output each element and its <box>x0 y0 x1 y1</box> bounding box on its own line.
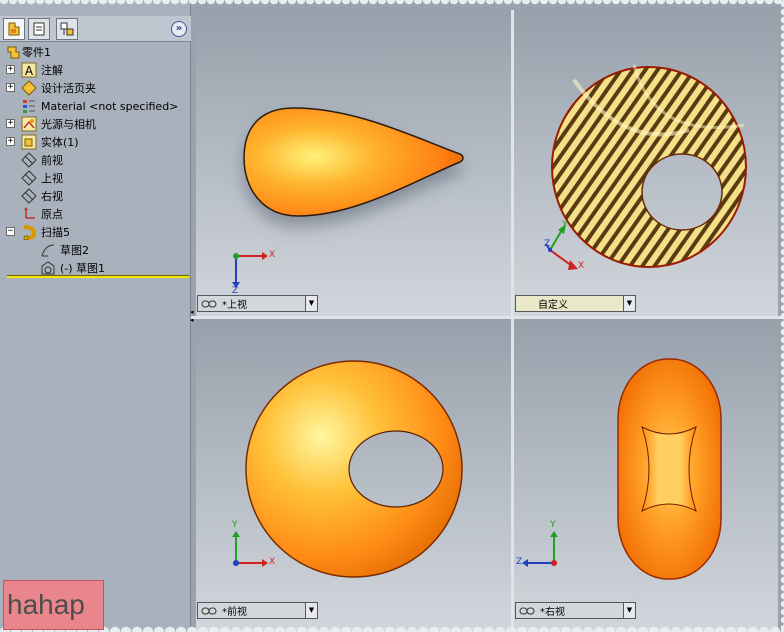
sketch-icon <box>41 244 55 257</box>
torn-edge-bottom <box>0 618 784 632</box>
tree-item-lights-cameras[interactable]: + 光源与相机 <box>0 115 191 133</box>
torus-zebra-model <box>545 64 747 270</box>
part-icon <box>7 46 20 59</box>
tree-item-label: 原点 <box>41 208 63 221</box>
annotation-icon: A <box>21 62 37 78</box>
axis-label-x: X <box>578 261 585 271</box>
tree-item-origin[interactable]: 原点 <box>0 205 191 223</box>
tree-item-label: (-) 草图1 <box>60 262 106 275</box>
sketch-icon <box>41 261 55 275</box>
axis-label-y: Y <box>232 520 238 530</box>
design-binder-icon <box>21 80 37 96</box>
viewport-right-view[interactable]: Y Z *右视 ▼ <box>514 319 778 632</box>
axis-label-z: Z <box>544 239 551 249</box>
tree-root-label: 零件1 <box>22 46 51 59</box>
expand-toggle[interactable]: + <box>6 119 15 128</box>
expand-toggle[interactable]: + <box>6 65 15 74</box>
view-orientation-select[interactable]: *前视 ▼ <box>197 602 318 619</box>
sweep-icon <box>23 225 37 240</box>
watermark: hahap <box>3 580 104 630</box>
tree-item-front-plane[interactable]: 前视 <box>0 151 191 169</box>
tree-item-sweep[interactable]: − 扫描5 <box>0 223 191 241</box>
axis-label-z: Z <box>516 557 523 567</box>
tree-item-label: 扫描5 <box>41 226 70 239</box>
expand-toggle[interactable]: + <box>6 83 15 92</box>
tree-item-label: 右视 <box>41 190 63 203</box>
dropdown-arrow-icon[interactable]: ▼ <box>623 603 635 618</box>
torn-edge-right <box>778 0 784 632</box>
viewport-custom-view[interactable]: X Y Z 自定义 ▼ <box>514 10 778 316</box>
tree-item-label: Material <not specified> <box>41 99 179 113</box>
tree-item-right-plane[interactable]: 右视 <box>0 187 191 205</box>
feature-manager-panel: » 零件1 + A 注解 + 设计活页夹 Material <not speci… <box>0 0 191 632</box>
tree-item-label: 前视 <box>41 154 63 167</box>
solidworks-window: » 零件1 + A 注解 + 设计活页夹 Material <not speci… <box>0 0 784 632</box>
axis-label-x: X <box>269 250 276 260</box>
torus-side-model <box>522 358 722 580</box>
view-orientation-select[interactable]: *上视 ▼ <box>197 295 318 312</box>
axis-label-x: X <box>269 557 276 567</box>
collapse-panel-button[interactable]: » <box>171 21 187 37</box>
torus-front-model <box>232 360 463 578</box>
plane-icon <box>21 152 37 168</box>
axis-label-y: Y <box>562 220 568 230</box>
panel-tab-bar: » <box>0 16 191 42</box>
origin-icon <box>24 207 35 219</box>
tree-item-label: 光源与相机 <box>41 118 96 131</box>
view-orientation-select[interactable]: 自定义 ▼ <box>515 295 636 312</box>
axis-label-y: Y <box>550 520 556 530</box>
link-views-icon <box>201 300 217 308</box>
expand-toggle[interactable]: + <box>6 137 15 146</box>
tree-item-label: 实体(1) <box>41 136 79 149</box>
link-views-icon <box>201 607 217 615</box>
tree-item-design-binder[interactable]: + 设计活页夹 <box>0 79 191 97</box>
tree-item-solid-bodies[interactable]: + 实体(1) <box>0 133 191 151</box>
tree-item-top-plane[interactable]: 上视 <box>0 169 191 187</box>
tree-item-label: 上视 <box>41 172 63 185</box>
torn-edge-top <box>0 0 784 10</box>
tree-item-annotations[interactable]: + A 注解 <box>0 61 191 79</box>
tree-item-label: 设计活页夹 <box>41 82 96 95</box>
collapse-toggle[interactable]: − <box>6 227 15 236</box>
viewport-front-view[interactable]: X Y *前视 ▼ <box>196 319 511 632</box>
link-views-icon <box>519 607 535 615</box>
rollback-bar[interactable] <box>7 275 189 278</box>
tree-item-material[interactable]: Material <not specified> <box>0 97 191 115</box>
feature-manager-icon <box>8 22 20 36</box>
material-icon <box>23 100 35 113</box>
property-manager-icon <box>33 22 45 36</box>
tree-root[interactable]: 零件1 <box>0 43 191 61</box>
tree-item-label: 注解 <box>41 64 63 77</box>
dropdown-arrow-icon[interactable]: ▼ <box>305 603 317 618</box>
plane-icon <box>21 170 37 186</box>
plane-icon <box>21 188 37 204</box>
dropdown-arrow-icon[interactable]: ▼ <box>623 296 635 311</box>
lights-cameras-icon <box>21 116 37 132</box>
dropdown-arrow-icon[interactable]: ▼ <box>305 296 317 311</box>
tree-item-sketch2[interactable]: 草图2 <box>0 241 191 259</box>
view-orientation-label: 自定义 <box>538 300 568 311</box>
tab-property-manager[interactable] <box>28 18 50 40</box>
solid-bodies-icon <box>21 134 37 150</box>
tree-item-label: 草图2 <box>60 244 89 257</box>
viewport-top-view[interactable]: X Z *上视 ▼ <box>196 10 511 316</box>
svg-text:A: A <box>25 64 34 78</box>
tab-feature-manager[interactable] <box>3 18 25 40</box>
tab-configuration-manager[interactable] <box>56 18 78 40</box>
teardrop-model <box>232 107 464 288</box>
configuration-manager-icon <box>60 22 74 36</box>
view-orientation-select[interactable]: *右视 ▼ <box>515 602 636 619</box>
